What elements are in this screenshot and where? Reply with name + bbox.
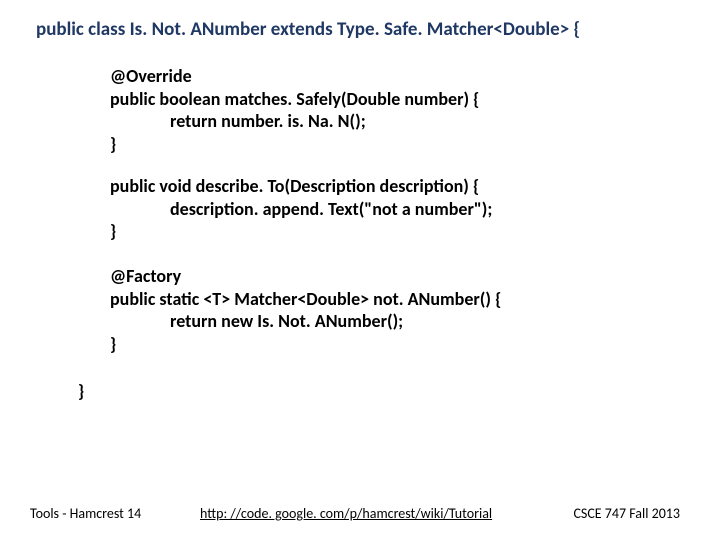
code-block-matches-safely: @Override public boolean matches. Safely… bbox=[110, 65, 479, 155]
footer-right: CSCE 747 Fall 2013 bbox=[573, 505, 680, 522]
code-line: } bbox=[110, 333, 116, 355]
code-line: return new Is. Not. ANumber(); bbox=[170, 310, 403, 332]
code-line: public boolean matches. Safely(Double nu… bbox=[110, 88, 479, 110]
code-line: @Override bbox=[110, 65, 192, 87]
code-line: public void describe. To(Description des… bbox=[110, 175, 479, 197]
code-line: public static <T> Matcher<Double> not. A… bbox=[110, 288, 501, 310]
slide: public class Is. Not. ANumber extends Ty… bbox=[0, 0, 720, 540]
class-declaration: public class Is. Not. ANumber extends Ty… bbox=[36, 18, 580, 41]
code-block-factory: @Factory public static <T> Matcher<Doubl… bbox=[110, 265, 501, 355]
code-line: return number. is. Na. N(); bbox=[170, 110, 366, 132]
footer-center-link[interactable]: http: //code. google. com/p/hamcrest/wik… bbox=[200, 505, 492, 522]
code-line: description. append. Text("not a number"… bbox=[170, 198, 492, 220]
tutorial-link[interactable]: http: //code. google. com/p/hamcrest/wik… bbox=[200, 505, 492, 522]
code-line: } bbox=[110, 133, 116, 155]
closing-brace: } bbox=[78, 380, 84, 402]
code-block-describe-to: public void describe. To(Description des… bbox=[110, 175, 492, 243]
code-line: @Factory bbox=[110, 265, 181, 287]
footer-left: Tools - Hamcrest 14 bbox=[30, 505, 141, 522]
code-line: } bbox=[110, 220, 116, 242]
